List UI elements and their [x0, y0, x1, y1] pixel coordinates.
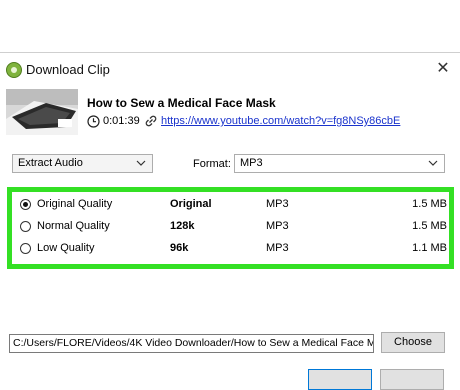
cancel-button[interactable]	[380, 369, 444, 390]
quality-option-normal[interactable]: Normal Quality 128k MP3 1.5 MB	[12, 217, 449, 239]
title-bar: Download Clip ✕	[0, 53, 460, 87]
app-logo-icon	[6, 62, 22, 78]
radio-button-selected[interactable]	[20, 199, 31, 210]
chevron-down-icon	[428, 160, 438, 166]
clock-icon	[87, 115, 100, 128]
video-thumbnail	[6, 89, 78, 135]
confirm-button[interactable]	[308, 369, 372, 390]
quality-name: Normal Quality	[37, 220, 110, 232]
quality-name: Original Quality	[37, 198, 113, 210]
link-icon	[145, 115, 157, 127]
close-icon[interactable]: ✕	[434, 60, 452, 78]
quality-size: 1.5 MB	[412, 198, 447, 210]
format-dropdown[interactable]: MP3	[234, 154, 445, 173]
radio-button[interactable]	[20, 221, 31, 232]
quality-option-low[interactable]: Low Quality 96k MP3 1.1 MB	[12, 239, 449, 261]
quality-options-list: Original Quality Original MP3 1.5 MB Nor…	[7, 187, 454, 269]
output-path-field[interactable]: C:/Users/FLORE/Videos/4K Video Downloade…	[9, 334, 374, 353]
mode-dropdown[interactable]: Extract Audio	[12, 154, 153, 173]
quality-format: MP3	[266, 220, 289, 232]
quality-format: MP3	[266, 242, 289, 254]
radio-button[interactable]	[20, 243, 31, 254]
quality-name: Low Quality	[37, 242, 95, 254]
quality-bitrate: 96k	[170, 242, 189, 254]
video-url-link[interactable]: https://www.youtube.com/watch?v=fg8NSy86…	[161, 115, 400, 127]
mode-dropdown-value: Extract Audio	[18, 157, 83, 169]
video-duration: 0:01:39	[103, 115, 140, 127]
quality-option-original[interactable]: Original Quality Original MP3 1.5 MB	[12, 195, 449, 217]
format-dropdown-value: MP3	[240, 157, 263, 169]
quality-bitrate: Original	[170, 198, 212, 210]
download-clip-dialog: Download Clip ✕ How to Sew a Medical Fac…	[0, 52, 460, 390]
quality-bitrate: 128k	[170, 220, 195, 232]
quality-size: 1.5 MB	[412, 220, 447, 232]
chevron-down-icon	[136, 160, 146, 166]
quality-format: MP3	[266, 198, 289, 210]
dialog-title: Download Clip	[26, 62, 110, 77]
quality-size: 1.1 MB	[412, 242, 447, 254]
video-title: How to Sew a Medical Face Mask	[87, 96, 276, 110]
format-label: Format:	[193, 158, 231, 170]
choose-button[interactable]: Choose	[381, 332, 445, 353]
